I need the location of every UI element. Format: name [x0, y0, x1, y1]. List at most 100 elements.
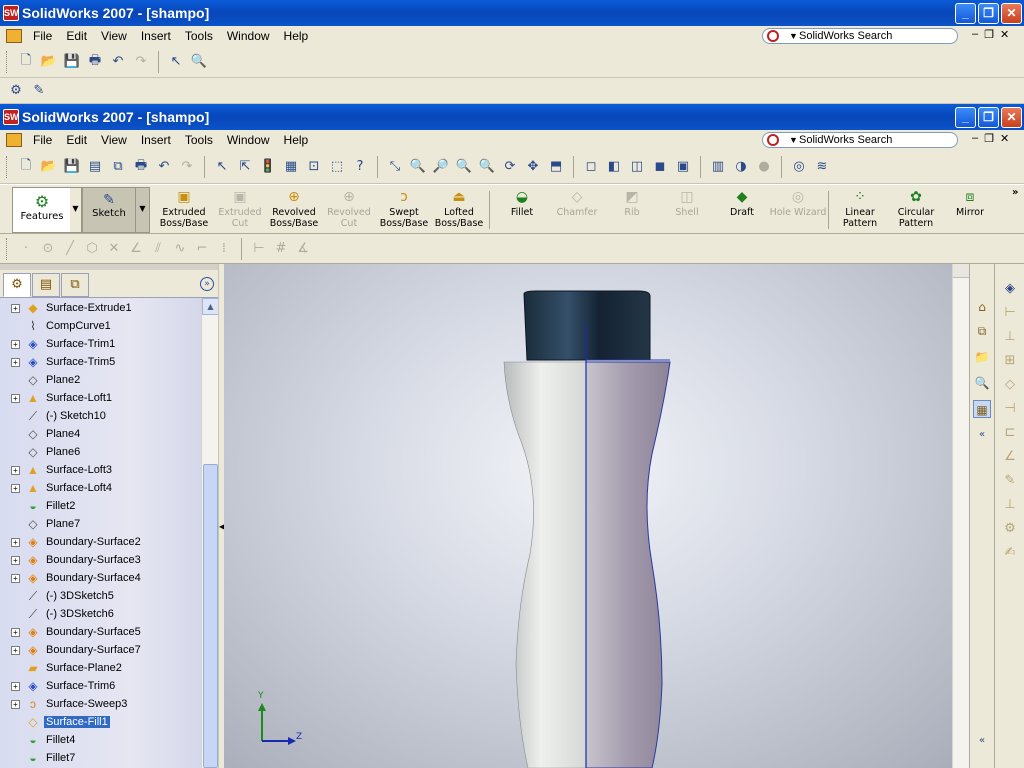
view-palette-icon[interactable]: ▦ — [973, 400, 991, 418]
menu-view[interactable]: View — [94, 133, 134, 147]
menu-edit[interactable]: Edit — [59, 133, 94, 147]
expand-icon[interactable]: + — [11, 465, 20, 475]
help-icon[interactable]: ? — [350, 157, 370, 177]
tree-item[interactable]: + ◈ Surface-Trim1 — [0, 335, 200, 353]
tree-item[interactable]: + ▲ Surface-Loft4 — [0, 479, 200, 497]
tree-item[interactable]: ⟋ (-) 3DSketch6 — [0, 605, 200, 623]
angle-dim-icon[interactable]: ∠ — [1001, 448, 1019, 466]
select-filter-icon[interactable]: ⇱ — [235, 157, 255, 177]
select-icon[interactable]: ↖ — [212, 157, 232, 177]
menu-help[interactable]: Help — [277, 133, 316, 147]
shell-button[interactable]: ◫ Shell — [659, 189, 715, 218]
tree-item[interactable]: + ◈ Boundary-Surface4 — [0, 569, 200, 587]
options-icon[interactable]: ▦ — [281, 157, 301, 177]
expand-icon[interactable]: + — [11, 573, 20, 583]
tree-item[interactable]: ⟋ (-) Sketch10 — [0, 407, 200, 425]
tree-item[interactable]: ◇ Plane6 — [0, 443, 200, 461]
line-icon[interactable]: ╱ — [61, 240, 79, 258]
wireframe-icon[interactable]: ◻ — [581, 157, 601, 177]
rib-button[interactable]: ◩ Rib — [604, 189, 660, 218]
tree-item[interactable]: + ◈ Boundary-Surface2 — [0, 533, 200, 551]
trim-icon[interactable]: ✕ — [105, 240, 123, 258]
shadows-icon[interactable]: ▥ — [708, 157, 728, 177]
collapse-task-pane-icon[interactable]: « — [973, 426, 991, 444]
fillet-button[interactable]: ◒ Fillet — [494, 189, 550, 218]
hidden-removed-icon[interactable]: ◫ — [627, 157, 647, 177]
lofted-boss-button[interactable]: ⏏ Lofted Boss/Base — [431, 189, 487, 229]
curvature-icon[interactable]: ◎ — [789, 157, 809, 177]
close-button[interactable]: ✕ — [1001, 107, 1022, 128]
tree-item[interactable]: ◒ Fillet7 — [0, 749, 200, 767]
tree-item[interactable]: + ◈ Boundary-Surface7 — [0, 641, 200, 659]
zebra-stripes-icon[interactable]: ≋ — [812, 157, 832, 177]
tree-item[interactable]: + ▲ Surface-Loft3 — [0, 461, 200, 479]
restore-button[interactable]: ❐ — [978, 3, 999, 24]
scroll-up-icon[interactable]: ▲ — [202, 298, 219, 315]
expand-icon[interactable]: + — [11, 555, 20, 565]
search-field[interactable]: ▼ SolidWorks Search — [762, 28, 958, 44]
redo-icon[interactable]: ↷ — [131, 52, 151, 72]
propertymanager-tab-icon[interactable]: ▤ — [32, 273, 60, 297]
save-icon[interactable]: 💾 — [62, 157, 82, 177]
tree-item[interactable]: ⟋ (-) 3DSketch5 — [0, 587, 200, 605]
redo-icon[interactable]: ↷ — [177, 157, 197, 177]
shaded-icon[interactable]: ▣ — [673, 157, 693, 177]
tree-item[interactable]: ◇ Surface-Fill1 — [0, 713, 200, 731]
dimension-h-icon[interactable]: ⊢ — [1001, 304, 1019, 322]
open-icon[interactable]: 📂 — [39, 157, 59, 177]
menu-edit[interactable]: Edit — [59, 29, 94, 43]
features-tab[interactable]: ⚙ Features — [12, 187, 72, 233]
revolved-cut-button[interactable]: ⊕ Revolved Cut — [321, 189, 377, 229]
view-orientation-icon[interactable]: ⬚ — [327, 157, 347, 177]
sketch-pattern-icon[interactable]: ⁞ — [215, 240, 233, 258]
point-icon[interactable]: · — [17, 240, 35, 258]
tree-item[interactable]: ◒ Fillet4 — [0, 731, 200, 749]
offset-icon[interactable]: ⫽ — [149, 240, 167, 258]
tree-item[interactable]: + ◈ Surface-Trim6 — [0, 677, 200, 695]
configurationmanager-tab-icon[interactable]: ⧉ — [61, 273, 89, 297]
graphics-viewport[interactable]: Y Z — [224, 264, 970, 768]
zoom-in-out-icon[interactable]: 🔍 — [454, 157, 474, 177]
expand-icon[interactable]: + — [11, 303, 20, 313]
fix-icon[interactable]: ✎ — [1001, 472, 1019, 490]
tree-item[interactable]: ▰ Surface-Plane2 — [0, 659, 200, 677]
zoom-fit-icon[interactable]: 🔍 — [189, 52, 209, 72]
dimension-icon[interactable]: ⊢ — [250, 240, 268, 258]
search-field[interactable]: ▼ SolidWorks Search — [762, 132, 958, 148]
draft-button[interactable]: ◆ Draft — [714, 189, 770, 218]
menu-insert[interactable]: Insert — [134, 133, 178, 147]
tree-item[interactable]: ◇ Plane7 — [0, 515, 200, 533]
sketch-dropdown[interactable]: ▼ — [136, 187, 150, 233]
standard-views-icon[interactable]: ⬒ — [546, 157, 566, 177]
tree-item[interactable]: + ◈ Surface-Trim5 — [0, 353, 200, 371]
new-document-icon[interactable]: 🗋 — [16, 157, 36, 177]
print-icon[interactable]: 🖶 — [131, 157, 151, 177]
solidworks-menu-icon[interactable] — [6, 133, 22, 147]
expand-icon[interactable]: + — [11, 627, 20, 637]
expand-icon[interactable]: + — [11, 393, 20, 403]
baseline-icon[interactable]: ⊣ — [1001, 400, 1019, 418]
rebuild-icon[interactable]: 🚦 — [258, 157, 278, 177]
document-window-controls[interactable]: – ❐ ✕ — [972, 132, 1009, 145]
circle-icon[interactable]: ⊙ — [39, 240, 57, 258]
minimize-button[interactable]: _ — [955, 3, 976, 24]
file-explorer-icon[interactable]: 📁 — [973, 348, 991, 366]
featuremanager-tab-icon[interactable]: ⚙ — [3, 273, 31, 297]
mirror-button[interactable]: ⧈ Mirror — [942, 189, 998, 218]
expand-icon[interactable]: + — [11, 339, 20, 349]
minimize-button[interactable]: _ — [955, 107, 976, 128]
bottle-body-left[interactable] — [503, 361, 587, 768]
revolved-boss-button[interactable]: ⊕ Revolved Boss/Base — [266, 189, 322, 229]
menu-window[interactable]: Window — [220, 133, 277, 147]
menu-insert[interactable]: Insert — [134, 29, 178, 43]
expand-icon[interactable]: + — [11, 537, 20, 547]
more-commands-chevron-icon[interactable]: » — [1012, 187, 1018, 198]
rotate-view-icon[interactable]: ⟳ — [500, 157, 520, 177]
tag-icon[interactable]: ◈ — [1001, 280, 1019, 298]
sketch-tab[interactable]: ✎ Sketch — [82, 187, 136, 233]
chain-icon[interactable]: ⊏ — [1001, 424, 1019, 442]
menu-file[interactable]: File — [26, 133, 59, 147]
tree-item[interactable]: ⌇ CompCurve1 — [0, 317, 200, 335]
solidworks-menu-icon[interactable] — [6, 29, 22, 43]
spline-icon[interactable]: ∿ — [171, 240, 189, 258]
